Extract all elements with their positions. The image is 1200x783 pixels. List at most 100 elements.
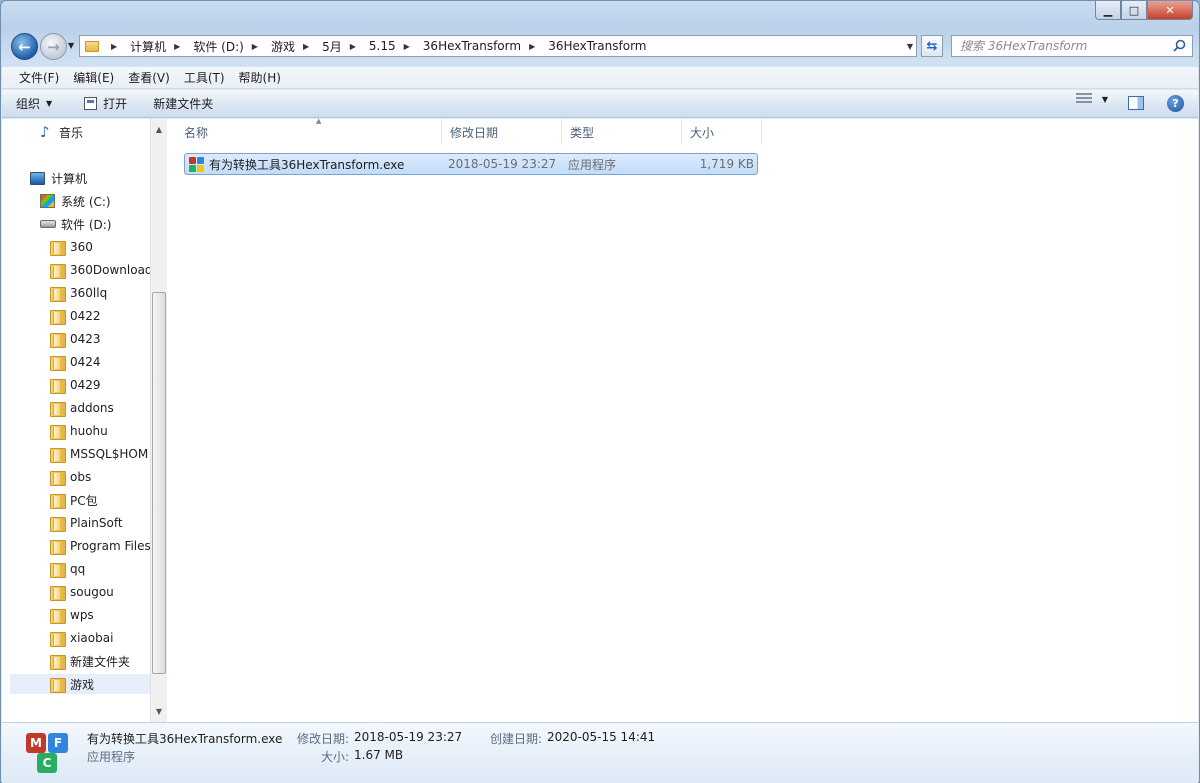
view-details-icon xyxy=(1075,93,1092,105)
folder-icon xyxy=(50,608,66,624)
breadcrumb-36hextransform[interactable]: 36HexTransform ▶ xyxy=(419,36,544,56)
chevron-down-icon: ▼ xyxy=(1101,94,1108,104)
sidebar-item-music[interactable]: ♪ 音乐 xyxy=(40,122,83,142)
sidebar-folder-item[interactable]: wps xyxy=(50,605,94,625)
sort-ascending-icon: ▲ xyxy=(316,117,322,125)
change-view-button[interactable]: ▼ xyxy=(1075,93,1108,105)
help-button[interactable]: ? xyxy=(1167,95,1184,112)
sidebar-folder-item[interactable]: 360Download xyxy=(50,260,150,280)
breadcrumb-drive-d[interactable]: 软件 (D:) ▶ xyxy=(189,36,267,56)
sidebar-folder-item[interactable]: huohu xyxy=(50,421,108,441)
breadcrumb-computer[interactable]: 计算机 ▶ xyxy=(126,36,189,56)
new-folder-button[interactable]: 新建文件夹 xyxy=(145,93,221,115)
forward-arrow-icon: → xyxy=(47,37,60,56)
folder-icon xyxy=(50,309,66,325)
sidebar-folder-item[interactable]: 360 xyxy=(50,237,93,257)
menu-file[interactable]: 文件(F) xyxy=(12,69,66,86)
breadcrumb-36hextransform-current[interactable]: 36HexTransform xyxy=(544,36,650,56)
application-icon: M F C xyxy=(26,731,72,775)
sidebar-folder-item[interactable]: obs xyxy=(50,467,91,487)
column-header-label: 大小 xyxy=(690,125,715,140)
close-button[interactable]: ✕ xyxy=(1147,1,1193,20)
column-header-modified[interactable]: 修改日期 xyxy=(442,119,562,145)
column-header-name[interactable]: 名称 ▲ xyxy=(176,117,442,145)
folder-label: obs xyxy=(70,470,92,484)
sidebar-folder-item[interactable]: addons xyxy=(50,398,114,418)
menu-help[interactable]: 帮助(H) xyxy=(232,69,288,86)
sidebar-folder-item[interactable]: sougou xyxy=(50,582,114,602)
sidebar-folder-item[interactable]: 0423 xyxy=(50,329,101,349)
sidebar-folder-item[interactable]: PlainSoft xyxy=(50,513,123,533)
search-icon[interactable] xyxy=(1173,39,1186,52)
folder-icon xyxy=(50,424,66,440)
folder-icon xyxy=(50,539,66,555)
sidebar-item-drive-d[interactable]: 软件 (D:) xyxy=(40,214,111,234)
sidebar-item-drive-c[interactable]: 系统 (C:) xyxy=(40,191,111,211)
sidebar-folder-item[interactable]: 0422 xyxy=(50,306,101,326)
sidebar-folder-item[interactable]: xiaobai xyxy=(50,628,113,648)
scroll-up-arrow-icon[interactable]: ▲ xyxy=(151,121,167,138)
organize-button[interactable]: 组织 ▼ xyxy=(8,93,60,115)
back-button[interactable]: ← xyxy=(11,33,38,60)
search-input[interactable] xyxy=(952,39,1152,53)
open-button[interactable]: 打开 xyxy=(76,93,135,115)
folder-label: 0429 xyxy=(70,378,101,392)
folder-label: 0424 xyxy=(70,355,101,369)
sidebar-folder-item[interactable]: 360llq xyxy=(50,283,107,303)
command-bar: 组织 ▼ 打开 新建文件夹 ▼ ? xyxy=(2,90,1198,118)
menu-view[interactable]: 查看(V) xyxy=(121,69,177,86)
details-pane: M F C 有为转换工具36HexTransform.exe 应用程序 修改日期… xyxy=(2,722,1198,783)
nav-pane-scrollbar[interactable]: ▲ ▼ xyxy=(150,119,167,722)
maximize-button[interactable]: □ xyxy=(1121,1,1147,20)
breadcrumb-5-15[interactable]: 5.15 ▶ xyxy=(365,36,419,56)
folder-label: wps xyxy=(70,608,94,622)
breadcrumb-root-arrow[interactable]: ▶ xyxy=(105,36,126,56)
organize-label: 组织 xyxy=(16,97,41,111)
refresh-button[interactable]: ⇆ xyxy=(921,35,943,57)
column-header-type[interactable]: 类型 xyxy=(562,119,682,145)
sidebar-folder-item[interactable]: 0429 xyxy=(50,375,101,395)
details-modified-value: 2018-05-19 23:27 xyxy=(354,730,463,744)
preview-pane-button[interactable] xyxy=(1128,96,1144,110)
sidebar-item-label: 音乐 xyxy=(59,125,84,140)
sidebar-folder-item[interactable]: PC包 xyxy=(50,490,98,510)
folder-icon xyxy=(50,677,66,693)
folder-label: addons xyxy=(70,401,114,415)
column-header-size[interactable]: 大小 xyxy=(682,119,762,145)
folder-icon xyxy=(50,470,66,486)
folder-label: qq xyxy=(70,562,86,576)
breadcrumb-may[interactable]: 5月 ▶ xyxy=(318,36,365,56)
system-drive-icon xyxy=(40,194,55,208)
breadcrumb-games[interactable]: 游戏 ▶ xyxy=(267,36,318,56)
sidebar-folder-item[interactable]: 新建文件夹 xyxy=(50,651,130,671)
recent-pages-dropdown[interactable]: ▼ xyxy=(68,41,74,50)
sidebar-folder-item[interactable]: MSSQL$HOM xyxy=(50,444,148,464)
window-caption-buttons: ▁ □ ✕ xyxy=(1095,1,1193,21)
refresh-icon: ⇆ xyxy=(926,38,938,54)
folder-icon xyxy=(50,355,66,371)
folder-icon xyxy=(50,378,66,394)
menu-tools[interactable]: 工具(T) xyxy=(177,69,232,86)
address-bar[interactable]: ▶ 计算机 ▶ 软件 (D:) ▶ 游戏 ▶ 5月 ▶ 5.15 ▶ 36HexTrans… xyxy=(79,35,917,57)
sidebar-item-label: 软件 (D:) xyxy=(61,217,112,232)
sidebar-folder-item[interactable]: Program Files xyxy=(50,536,150,556)
menu-edit[interactable]: 编辑(E) xyxy=(66,69,121,86)
sidebar-item-computer[interactable]: 计算机 xyxy=(30,168,87,188)
folder-icon xyxy=(50,332,66,348)
minimize-button[interactable]: ▁ xyxy=(1095,1,1121,20)
details-size-label: 大小: xyxy=(321,750,350,764)
file-list-pane: 名称 ▲ 修改日期 类型 大小 有为转换工具36HexTransform.exe xyxy=(168,117,1198,722)
file-row-selected[interactable]: 有为转换工具36HexTransform.exe 2018-05-19 23:2… xyxy=(184,153,758,175)
open-label: 打开 xyxy=(103,97,128,111)
folder-label: Program Files xyxy=(70,539,150,553)
sidebar-folder-item-selected[interactable]: 游戏 xyxy=(10,674,150,694)
address-history-dropdown[interactable]: ▼ xyxy=(907,42,913,51)
forward-button[interactable]: → xyxy=(40,33,67,60)
folder-label: 0422 xyxy=(70,309,101,323)
sidebar-folder-item[interactable]: 0424 xyxy=(50,352,101,372)
folder-icon xyxy=(50,516,66,532)
sidebar-folder-item[interactable]: qq xyxy=(50,559,85,579)
details-created-value: 2020-05-15 14:41 xyxy=(547,730,656,744)
scroll-down-arrow-icon[interactable]: ▼ xyxy=(151,703,167,720)
scrollbar-thumb[interactable] xyxy=(152,292,166,674)
